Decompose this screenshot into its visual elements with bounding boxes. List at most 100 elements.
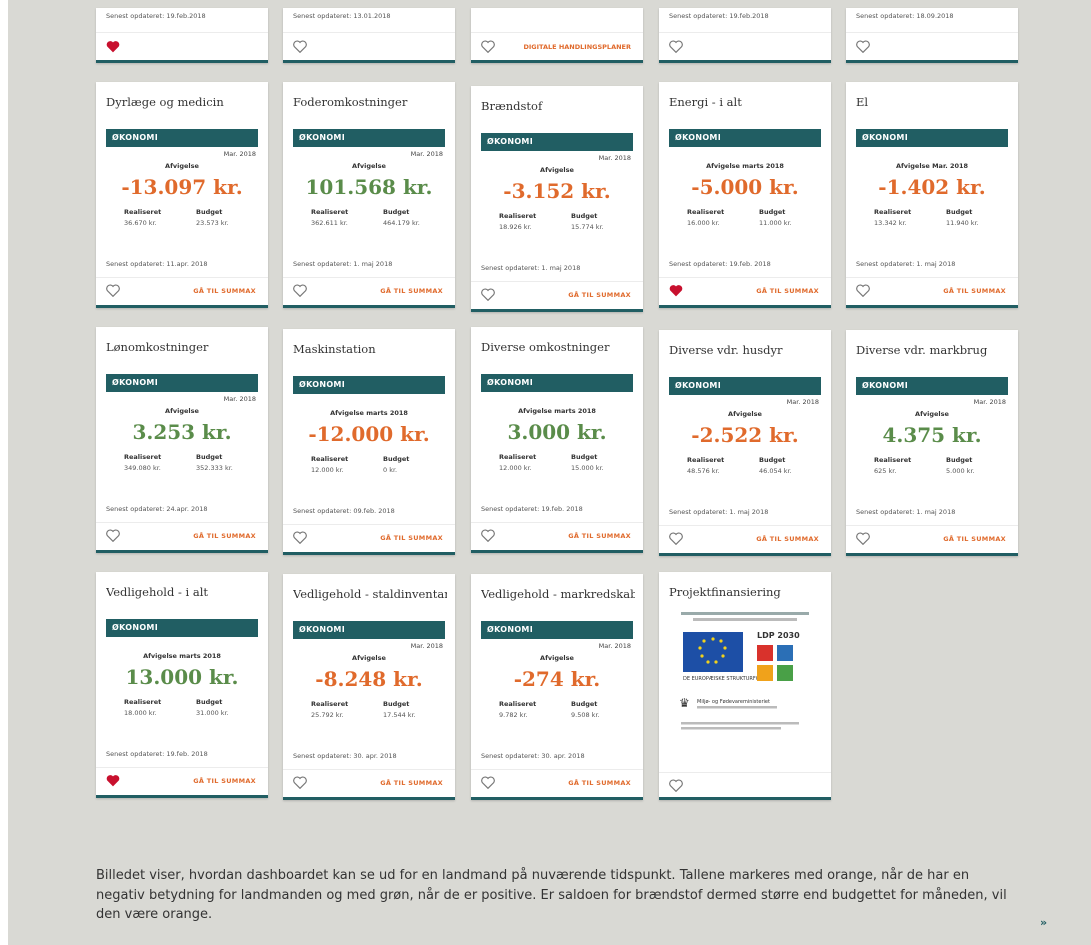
budget-value: 9.508 kr. — [571, 711, 600, 719]
go-to-summax-link[interactable]: GÅ TIL SUMMAX — [193, 532, 256, 540]
updated-text: Senest opdateret: 1. maj 2018 — [856, 508, 956, 516]
realized-label: Realiseret — [124, 208, 162, 216]
card-divider — [471, 281, 643, 282]
economy-card[interactable]: Foderomkostninger ØKONOMI Mar. 2018 Afvi… — [283, 82, 455, 308]
top-card[interactable]: DIGITALE HANDLINGSPLANER — [471, 8, 643, 63]
heart-icon[interactable] — [293, 531, 307, 544]
heart-icon[interactable] — [669, 532, 683, 545]
budget-value: 352.333 kr. — [196, 464, 233, 472]
economy-card[interactable]: Lønomkostninger ØKONOMI Mar. 2018 Afvige… — [96, 327, 268, 553]
realized-label: Realiseret — [687, 456, 725, 464]
period-label: Mar. 2018 — [410, 150, 443, 158]
heart-icon[interactable] — [293, 284, 307, 297]
heart-icon[interactable] — [293, 776, 307, 789]
budget-value: 31.000 kr. — [196, 709, 229, 717]
updated-text: Senest opdateret: 13.01.2018 — [293, 12, 391, 20]
heart-icon[interactable] — [481, 529, 495, 542]
realized-label: Realiseret — [124, 698, 162, 706]
section-label: ØKONOMI — [856, 129, 1008, 147]
period-label: Mar. 2018 — [598, 642, 631, 650]
card-divider — [659, 525, 831, 526]
economy-card[interactable]: Diverse vdr. husdyr ØKONOMI Mar. 2018 Af… — [659, 330, 831, 556]
go-to-summax-link[interactable]: GÅ TIL SUMMAX — [193, 287, 256, 295]
heart-icon[interactable] — [856, 532, 870, 545]
heart-icon[interactable] — [669, 40, 683, 53]
updated-text: Senest opdateret: 1. maj 2018 — [293, 260, 393, 268]
budget-label: Budget — [946, 456, 973, 464]
go-to-summax-link[interactable]: GÅ TIL SUMMAX — [380, 779, 443, 787]
next-page-icon[interactable]: » — [1040, 916, 1047, 929]
card-title: Energi - i alt — [669, 95, 742, 109]
section-label: ØKONOMI — [481, 374, 633, 392]
heart-icon[interactable] — [106, 284, 120, 297]
updated-text: Senest opdateret: 1. maj 2018 — [481, 264, 581, 272]
budget-label: Budget — [759, 208, 786, 216]
heart-icon[interactable] — [106, 40, 120, 53]
top-card[interactable]: Senest opdateret: 13.01.2018 — [283, 8, 455, 63]
heart-icon[interactable] — [669, 284, 683, 297]
heart-icon[interactable] — [669, 779, 683, 792]
card-divider — [96, 277, 268, 278]
card-title: Diverse vdr. husdyr — [669, 343, 783, 357]
heart-icon[interactable] — [481, 40, 495, 53]
section-label: ØKONOMI — [669, 129, 821, 147]
economy-card[interactable]: Maskinstation ØKONOMI Afvigelse marts 20… — [283, 329, 455, 555]
period-label: Mar. 2018 — [973, 398, 1006, 406]
go-to-summax-link[interactable]: GÅ TIL SUMMAX — [943, 287, 1006, 295]
heart-icon[interactable] — [856, 40, 870, 53]
go-to-summax-link[interactable]: GÅ TIL SUMMAX — [568, 532, 631, 540]
top-card[interactable]: Senest opdateret: 19.feb.2018 — [659, 8, 831, 63]
ldp-orange-icon — [757, 665, 773, 681]
digital-action-plans-link[interactable]: DIGITALE HANDLINGSPLANER — [523, 43, 631, 51]
economy-card[interactable]: Energi - i alt ØKONOMI Afvigelse marts 2… — [659, 82, 831, 308]
deviation-amount: -13.097 kr. — [121, 175, 243, 199]
economy-card[interactable]: Vedligehold - markredskaber ØKONOMI Mar.… — [471, 574, 643, 800]
heart-icon[interactable] — [293, 40, 307, 53]
top-card[interactable]: Senest opdateret: 19.feb.2018 — [96, 8, 268, 63]
card-divider — [283, 32, 455, 33]
heart-icon[interactable] — [106, 774, 120, 787]
updated-text: Senest opdateret: 1. maj 2018 — [856, 260, 956, 268]
deviation-label: Afvigelse — [540, 166, 574, 174]
go-to-summax-link[interactable]: GÅ TIL SUMMAX — [568, 291, 631, 299]
deviation-label: Afvigelse — [728, 410, 762, 418]
economy-card[interactable]: Diverse omkostninger ØKONOMI Afvigelse m… — [471, 327, 643, 553]
card-divider — [846, 32, 1018, 33]
heart-icon[interactable] — [481, 776, 495, 789]
go-to-summax-link[interactable]: GÅ TIL SUMMAX — [568, 779, 631, 787]
go-to-summax-link[interactable]: GÅ TIL SUMMAX — [756, 287, 819, 295]
heart-icon[interactable] — [106, 529, 120, 542]
deviation-label: Afvigelse — [165, 407, 199, 415]
go-to-summax-link[interactable]: GÅ TIL SUMMAX — [193, 777, 256, 785]
budget-label: Budget — [759, 456, 786, 464]
go-to-summax-link[interactable]: GÅ TIL SUMMAX — [380, 287, 443, 295]
period-label: Mar. 2018 — [410, 642, 443, 650]
go-to-summax-link[interactable]: GÅ TIL SUMMAX — [943, 535, 1006, 543]
economy-card[interactable]: Vedligehold - i alt ØKONOMI Afvigelse ma… — [96, 572, 268, 798]
budget-value: 23.573 kr. — [196, 219, 229, 227]
card-title: Maskinstation — [293, 342, 376, 356]
section-label: ØKONOMI — [106, 129, 258, 147]
card-divider — [659, 772, 831, 773]
heart-icon[interactable] — [481, 288, 495, 301]
economy-card[interactable]: Brændstof ØKONOMI Mar. 2018 Afvigelse -3… — [471, 86, 643, 312]
go-to-summax-link[interactable]: GÅ TIL SUMMAX — [380, 534, 443, 542]
updated-text: Senest opdateret: 18.09.2018 — [856, 12, 954, 20]
budget-label: Budget — [571, 453, 598, 461]
budget-label: Budget — [196, 453, 223, 461]
project-financing-card[interactable]: Projektfinansiering DE EUROPÆISKE STRUKT… — [659, 572, 831, 800]
budget-value: 15.000 kr. — [571, 464, 604, 472]
economy-card[interactable]: Diverse vdr. markbrug ØKONOMI Mar. 2018 … — [846, 330, 1018, 556]
top-card[interactable]: Senest opdateret: 18.09.2018 — [846, 8, 1018, 63]
period-label: Mar. 2018 — [786, 398, 819, 406]
economy-card[interactable]: Vedligehold - staldinventar ØKONOMI Mar.… — [283, 574, 455, 800]
heart-icon[interactable] — [856, 284, 870, 297]
go-to-summax-link[interactable]: GÅ TIL SUMMAX — [756, 535, 819, 543]
economy-card[interactable]: El ØKONOMI Afvigelse Mar. 2018 -1.402 kr… — [846, 82, 1018, 308]
economy-card[interactable]: Dyrlæge og medicin ØKONOMI Mar. 2018 Afv… — [96, 82, 268, 308]
card-divider — [96, 32, 268, 33]
section-label: ØKONOMI — [481, 621, 633, 639]
deviation-label: Afvigelse marts 2018 — [330, 409, 408, 417]
realized-label: Realiseret — [687, 208, 725, 216]
card-divider — [471, 522, 643, 523]
